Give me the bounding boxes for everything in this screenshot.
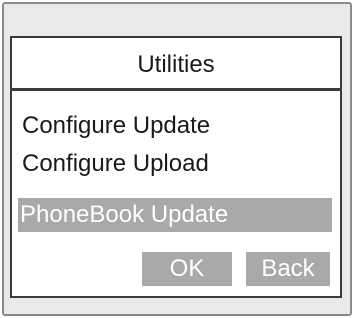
menu-item-phonebook-update[interactable]: PhoneBook Update — [18, 198, 332, 232]
dialog-title: Utilities — [137, 51, 215, 78]
device-frame: Utilities Configure Update Configure Upl… — [2, 2, 352, 316]
title-bar: Utilities — [12, 38, 340, 91]
back-button[interactable]: Back — [246, 252, 330, 286]
menu-item-label: Configure Upload — [22, 150, 209, 177]
menu-item-configure-update[interactable]: Configure Update — [12, 108, 332, 144]
ok-button[interactable]: OK — [142, 252, 232, 286]
menu-item-label: PhoneBook Update — [20, 201, 229, 228]
menu-item-configure-upload[interactable]: Configure Upload — [12, 146, 332, 182]
utilities-dialog: Utilities Configure Update Configure Upl… — [10, 36, 342, 298]
menu-item-label: Configure Update — [22, 112, 211, 139]
